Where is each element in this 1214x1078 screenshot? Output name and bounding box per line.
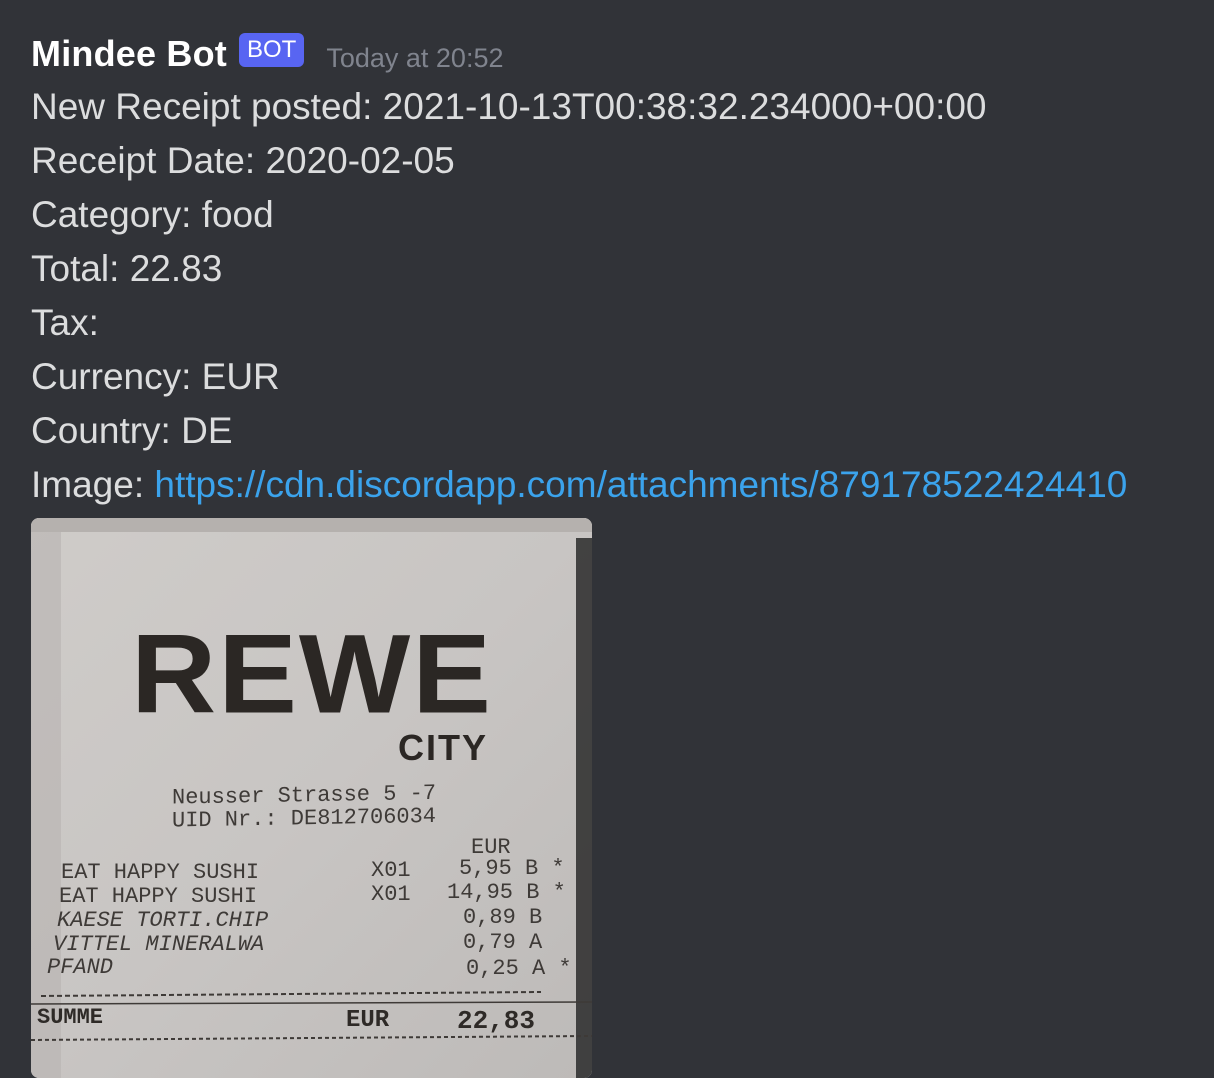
receipt-item-price: 14,95 B * <box>447 880 566 905</box>
receipt-item-price: 0,89 B <box>463 905 542 930</box>
receipt-photo: REWE CITY Neusser Strasse 5 -7 UID Nr.: … <box>31 518 592 1078</box>
tax-line: Tax: <box>31 302 99 343</box>
receipt-uid: UID Nr.: DE812706034 <box>172 804 436 834</box>
receipt-item-price: 0,79 A <box>463 930 543 955</box>
receipt-item-qty: X01 <box>371 882 411 907</box>
receipt-date-line: Receipt Date: 2020-02-05 <box>31 140 455 181</box>
receipt-item-name: KAESE TORTI.CHIP <box>57 908 268 933</box>
receipt-item-price: 5,95 B * <box>459 856 565 881</box>
receipt-item-name: EAT HAPPY SUSHI <box>59 884 257 909</box>
image-link[interactable]: https://cdn.discordapp.com/attachments/8… <box>154 464 1127 505</box>
receipt-sum-label: SUMME <box>37 1005 103 1030</box>
country-line: Country: DE <box>31 410 233 451</box>
receipt-item-name: PFAND <box>47 955 113 980</box>
receipt-sum-value: 22,83 <box>457 1006 535 1036</box>
chat-message: Mindee Bot BOT Today at 20:52 New Receip… <box>31 28 1214 512</box>
message-header: Mindee Bot BOT Today at 20:52 <box>31 28 1214 80</box>
total-line: Total: 22.83 <box>31 248 223 289</box>
bot-badge: BOT <box>239 33 305 67</box>
receipt-sum-currency: EUR <box>346 1007 390 1034</box>
receipt-brand: REWE <box>131 612 493 737</box>
receipt-item-name: EAT HAPPY SUSHI <box>61 860 259 885</box>
category-line: Category: food <box>31 194 274 235</box>
receipt-item-qty: X01 <box>371 858 411 883</box>
message-timestamp[interactable]: Today at 20:52 <box>326 43 503 74</box>
author-name[interactable]: Mindee Bot <box>31 33 227 75</box>
receipt-image-attachment[interactable]: REWE CITY Neusser Strasse 5 -7 UID Nr.: … <box>31 518 592 1078</box>
currency-line: Currency: EUR <box>31 356 280 397</box>
image-label: Image: <box>31 464 155 505</box>
image-line: Image: https://cdn.discordapp.com/attach… <box>31 458 1214 512</box>
receipt-posted-line: New Receipt posted: 2021-10-13T00:38:32.… <box>31 86 987 127</box>
receipt-brand-sub: CITY <box>398 727 488 768</box>
receipt-item-name: VITTEL MINERALWA <box>53 932 264 957</box>
receipt-item-price: 0,25 A * <box>466 956 572 981</box>
